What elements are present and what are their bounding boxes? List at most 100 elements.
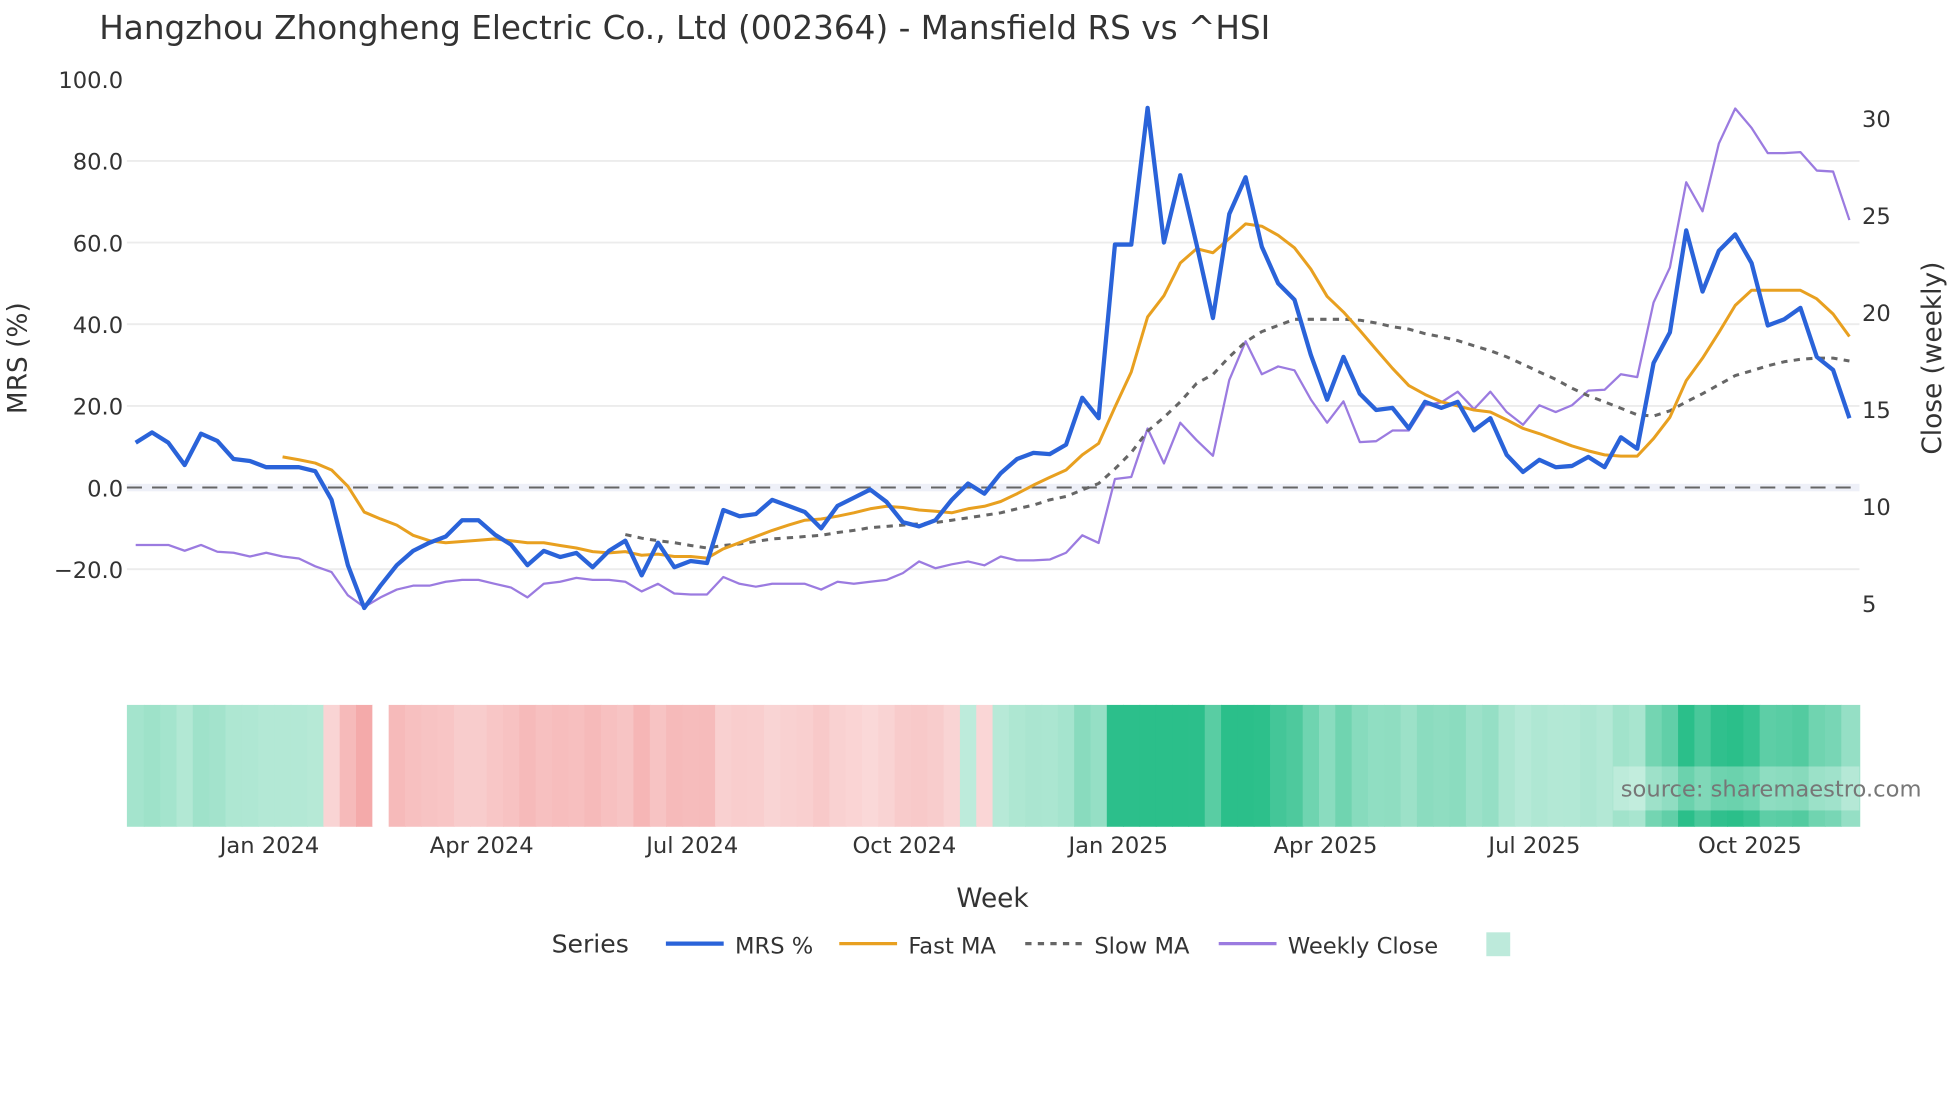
- heatmap-cell: [1596, 704, 1614, 827]
- heatmap-cell: [1090, 704, 1108, 827]
- mrs-line: [134, 105, 1852, 611]
- x-axis-label: Week: [956, 884, 1029, 914]
- weekly-close-line: [135, 107, 1851, 609]
- heatmap-cell: [845, 704, 863, 827]
- heatmap-cell: [1074, 704, 1092, 827]
- heatmap-cell: [1465, 704, 1483, 827]
- heatmap-cell: [649, 704, 667, 827]
- legend-label: Weekly Close: [1288, 934, 1438, 960]
- x-tick-label: Jan 2025: [1066, 833, 1168, 859]
- y2-tick-label: 20: [1862, 301, 1891, 327]
- heatmap-cell: [356, 704, 374, 827]
- heatmap-cell: [519, 704, 537, 827]
- heatmap-cell: [290, 704, 308, 827]
- heatmap-cell: [453, 704, 472, 827]
- heatmap-cell: [502, 704, 520, 827]
- x-tick-label: Jan 2024: [218, 833, 320, 859]
- heatmap-cell: [126, 704, 145, 827]
- y2-axis-label: Close (weekly): [1918, 262, 1948, 455]
- heatmap-cell: [1188, 704, 1206, 827]
- heatmap-cell: [1123, 704, 1141, 827]
- x-tick-label: Jul 2024: [644, 833, 738, 859]
- y-tick-label: 20.0: [73, 395, 123, 421]
- heatmap-cell: [372, 704, 390, 827]
- heatmap-cell: [992, 704, 1010, 827]
- series-lines: [134, 105, 1852, 611]
- heatmap-cell: [1270, 704, 1288, 827]
- heatmap-cell: [976, 704, 994, 827]
- y-tick-label: 80.0: [73, 150, 123, 176]
- heatmap-cell: [1041, 704, 1059, 827]
- x-tick-label: Jul 2025: [1486, 833, 1580, 859]
- heatmap-cell: [682, 704, 700, 827]
- heatmap-cell: [910, 704, 929, 827]
- y2-tick-label: 30: [1862, 107, 1891, 133]
- heatmap-strip: [126, 704, 1861, 827]
- heatmap-cell: [1547, 704, 1565, 827]
- heatmap-cell: [323, 704, 341, 827]
- heatmap-cell: [143, 704, 161, 827]
- heatmap-cell: [1139, 704, 1157, 827]
- heatmap-cell: [1531, 704, 1549, 827]
- heatmap-cell: [747, 704, 765, 827]
- heatmap-cell: [1514, 704, 1532, 827]
- legend-swatch-heatmap: [1486, 932, 1511, 957]
- x-axis-ticks: Jan 2024 Apr 2024 Jul 2024 Oct 2024 Jan 2025…: [218, 833, 1802, 859]
- x-tick-label: Apr 2024: [430, 833, 534, 859]
- heatmap-cell: [209, 704, 227, 827]
- heatmap-cell: [715, 704, 733, 827]
- chart-title: Hangzhou Zhongheng Electric Co., Ltd (00…: [99, 9, 1270, 47]
- heatmap-cell: [1057, 704, 1075, 827]
- heatmap-cell: [1237, 704, 1255, 827]
- heatmap-cell: [731, 704, 749, 827]
- heatmap-cell: [1384, 704, 1402, 827]
- heatmap-cell: [1302, 704, 1320, 827]
- heatmap-cell: [943, 704, 961, 827]
- heatmap-cell: [633, 704, 651, 827]
- y2-tick-label: 25: [1862, 204, 1891, 230]
- heatmap-cell: [241, 704, 259, 827]
- heatmap-cell: [1318, 704, 1337, 827]
- heatmap-cell: [1433, 704, 1451, 827]
- heatmap-cell: [568, 704, 586, 827]
- heatmap-cell: [1367, 704, 1386, 827]
- heatmap-cell: [258, 704, 276, 827]
- watermark-text: source: sharemaestro.com: [1621, 777, 1922, 803]
- heatmap-cell: [551, 704, 569, 827]
- heatmap-cell: [274, 704, 292, 827]
- heatmap-cell: [1416, 704, 1434, 827]
- watermark: source: sharemaestro.com: [1613, 766, 1922, 811]
- heatmap-cell: [421, 704, 439, 827]
- heatmap-cell: [894, 704, 912, 827]
- heatmap-cell: [1155, 704, 1173, 827]
- heatmap-cell: [584, 704, 602, 827]
- heatmap-cell: [437, 704, 455, 827]
- heatmap-cell: [192, 704, 210, 827]
- heatmap-cell: [1286, 704, 1304, 827]
- legend-title: Series: [552, 929, 629, 958]
- heatmap-cell: [861, 704, 880, 827]
- heatmap-cell: [388, 704, 406, 827]
- legend-label: MRS %: [735, 934, 813, 960]
- left-axis-ticks: 100.0 80.0 60.0 40.0 20.0 0.0 −20.0: [54, 68, 123, 584]
- y2-tick-label: 10: [1862, 495, 1891, 521]
- heatmap-cell: [225, 704, 243, 827]
- heatmap-cell: [535, 704, 553, 827]
- heatmap-cell: [764, 704, 782, 827]
- heatmap-cell: [404, 704, 423, 827]
- heatmap-cell: [1221, 704, 1239, 827]
- heatmap-cell: [829, 704, 847, 827]
- heatmap-cell: [698, 704, 716, 827]
- mrs-chart: Hangzhou Zhongheng Electric Co., Ltd (00…: [3, 9, 1948, 960]
- heatmap-cell: [1351, 704, 1369, 827]
- heatmap-cell: [1400, 704, 1418, 827]
- heatmap-cell: [1025, 704, 1043, 827]
- heatmap-cell: [1204, 704, 1222, 827]
- heatmap-cell: [617, 704, 635, 827]
- x-tick-label: Apr 2025: [1274, 833, 1378, 859]
- gridlines: [126, 159, 1860, 571]
- heatmap-cell: [307, 704, 325, 827]
- x-tick-label: Oct 2024: [853, 833, 957, 859]
- y2-tick-label: 5: [1862, 592, 1876, 618]
- fast-ma-line: [282, 222, 1851, 560]
